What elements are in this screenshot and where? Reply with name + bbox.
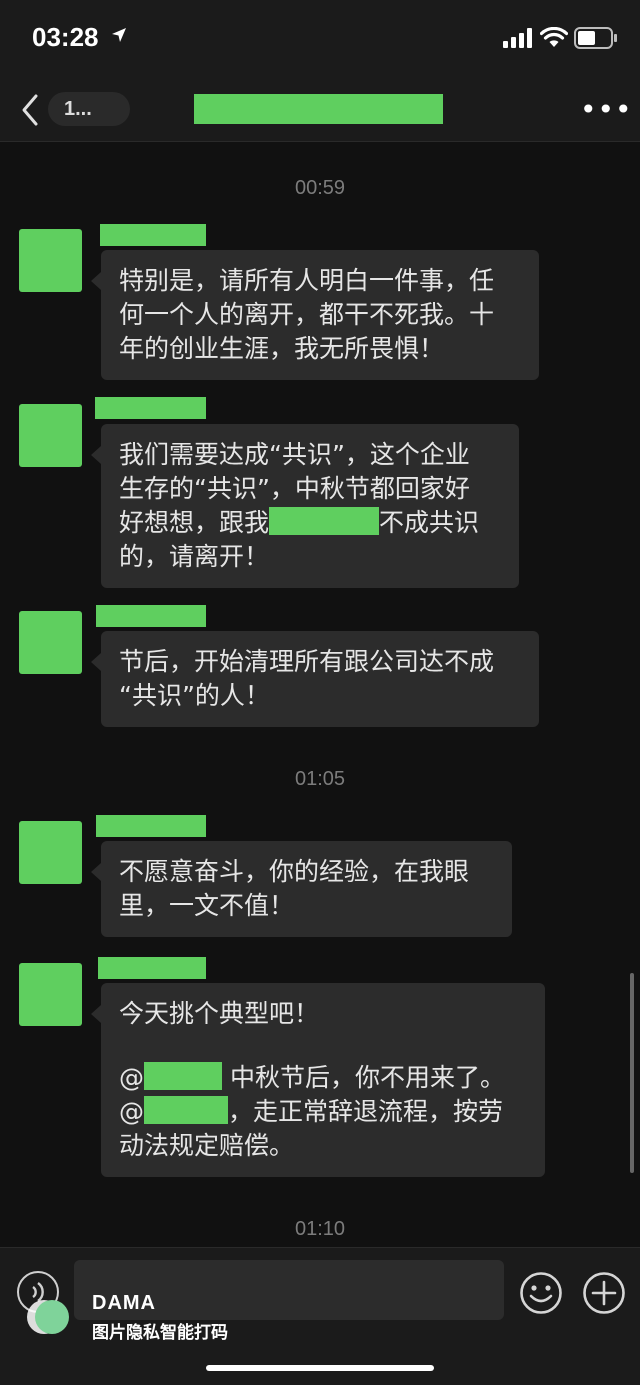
message-text: 好想想，跟我	[119, 508, 270, 537]
message-bubble[interactable]: 我们需要达成“共识”，这个企业 生存的“共识”，中秋节都回家好 好想想，跟我 不成…	[91, 424, 519, 588]
sender-avatar[interactable]	[19, 963, 82, 1026]
message-list[interactable]: 00:59 特别是，请所有人明白一件事，任 何一个人的离开，都干不死我。十 年的…	[0, 143, 640, 1247]
redacted-mention	[144, 1062, 222, 1090]
message-text: 中秋节后，你不用来了。	[222, 1063, 505, 1092]
chat-header: 1... •••	[0, 76, 640, 142]
location-arrow-icon	[112, 28, 126, 42]
plus-icon[interactable]	[582, 1271, 626, 1315]
chat-title-redacted	[194, 94, 443, 124]
sender-name-redacted	[96, 815, 206, 837]
chevron-left-icon	[22, 94, 38, 126]
message-text: 不成共识	[379, 508, 480, 537]
dama-logo-icon	[27, 1300, 69, 1334]
at-sign: @	[119, 1063, 144, 1092]
message-text: ，走正常辞退流程，按劳	[228, 1097, 504, 1126]
emoji-icon[interactable]	[519, 1271, 563, 1315]
more-options-button[interactable]: •••	[580, 96, 633, 124]
message-bubble[interactable]: 特别是，请所有人明白一件事，任 何一个人的离开，都干不死我。十 年的创业生涯，我…	[91, 250, 539, 380]
sender-avatar[interactable]	[19, 821, 82, 884]
status-time: 03:28	[32, 22, 99, 52]
message-bubble[interactable]: 不愿意奋斗，你的经验，在我眼 里，一文不值！	[91, 841, 512, 937]
watermark-subtitle: 图片隐私智能打码	[92, 1323, 228, 1343]
input-bar: DAMA 图片隐私智能打码	[0, 1247, 640, 1385]
sender-name-redacted	[95, 397, 206, 419]
message-line: 好想想，跟我 不成共识	[119, 506, 501, 540]
sender-name-redacted	[100, 224, 206, 246]
timestamp: 00:59	[294, 177, 346, 199]
sender-name-redacted	[96, 605, 206, 627]
message-line: 生存的“共识”，中秋节都回家好	[119, 474, 470, 503]
battery-icon	[574, 27, 617, 49]
back-button[interactable]: 1...	[20, 90, 130, 130]
unread-count: 1...	[64, 98, 92, 120]
sender-name-redacted	[98, 957, 206, 979]
at-sign: @	[119, 1097, 144, 1126]
sender-avatar[interactable]	[19, 611, 82, 674]
redacted-name	[269, 507, 380, 535]
message-line: 的，请离开！	[119, 542, 270, 571]
sender-avatar[interactable]	[19, 404, 82, 467]
scrollbar[interactable]	[630, 973, 634, 1173]
message-line: 动法规定赔偿。	[119, 1131, 295, 1160]
timestamp: 01:05	[294, 768, 346, 790]
watermark-title: DAMA	[92, 1292, 156, 1314]
message-line: 我们需要达成“共识”，这个企业	[119, 440, 470, 469]
redacted-mention	[144, 1096, 228, 1124]
timestamp: 01:10	[294, 1218, 346, 1240]
message-line: @ ，走正常辞退流程，按劳	[119, 1095, 527, 1129]
home-indicator[interactable]	[206, 1365, 434, 1371]
wifi-icon	[540, 27, 568, 47]
message-bubble[interactable]: 今天挑个典型吧！ @ 中秋节后，你不用来了。 @ ，走正常辞退流程，按劳 动法规定…	[91, 983, 545, 1177]
message-line: @ 中秋节后，你不用来了。	[119, 1061, 527, 1095]
status-bar: 03:28	[0, 0, 640, 76]
sender-avatar[interactable]	[19, 229, 82, 292]
cellular-signal-icon	[503, 28, 532, 48]
message-line: 今天挑个典型吧！	[119, 999, 320, 1028]
message-bubble[interactable]: 节后，开始清理所有跟公司达不成 “共识”的人！	[91, 631, 539, 727]
